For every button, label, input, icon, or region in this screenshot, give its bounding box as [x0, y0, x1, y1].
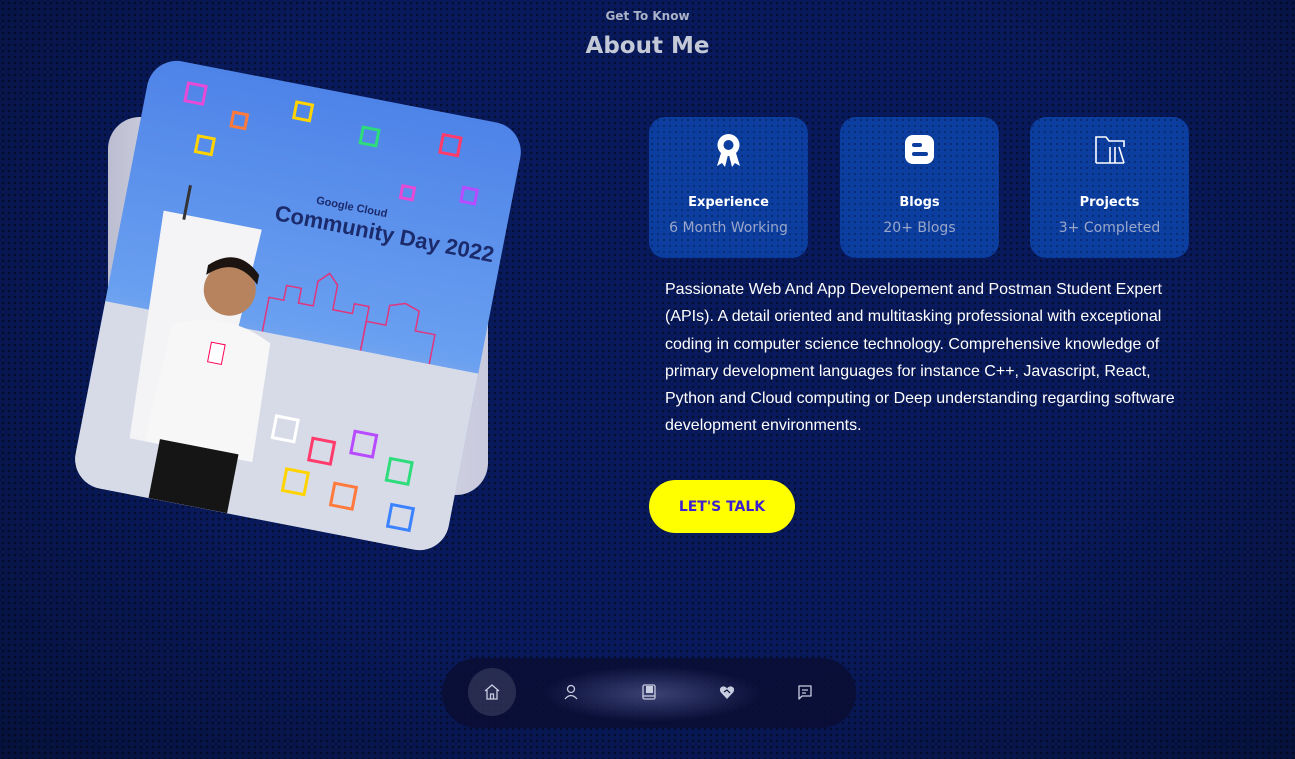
blogger-icon: [905, 135, 934, 164]
card-subtitle: 3+ Completed: [1058, 220, 1161, 236]
blogs-card: Blogs 20+ Blogs: [840, 117, 999, 258]
nav-contact[interactable]: [781, 668, 829, 716]
lets-talk-button[interactable]: LET'S TALK: [649, 480, 795, 533]
nav-experience[interactable]: [625, 668, 673, 716]
message-icon: [798, 685, 812, 700]
home-icon: [484, 684, 500, 700]
nav-services[interactable]: [703, 668, 751, 716]
bottom-nav: [442, 658, 856, 728]
award-icon: [717, 134, 740, 167]
experience-card: Experience 6 Month Working: [649, 117, 808, 258]
book-icon: [642, 684, 656, 700]
card-title: Blogs: [899, 195, 940, 210]
card-subtitle: 6 Month Working: [669, 220, 788, 236]
user-icon: [564, 684, 578, 700]
card-title: Experience: [688, 195, 769, 210]
card-subtitle: 20+ Blogs: [883, 220, 956, 236]
nav-home[interactable]: [468, 668, 516, 716]
section-eyebrow: Get To Know: [605, 9, 690, 23]
projects-folder-icon: [1095, 136, 1125, 164]
section-title: About Me: [585, 33, 710, 59]
card-title: Projects: [1079, 195, 1140, 210]
about-paragraph: Passionate Web And App Developement and …: [665, 281, 1175, 435]
nav-about[interactable]: [547, 668, 595, 716]
projects-card: Projects 3+ Completed: [1030, 117, 1189, 258]
heart-handshake-icon: [719, 686, 735, 699]
